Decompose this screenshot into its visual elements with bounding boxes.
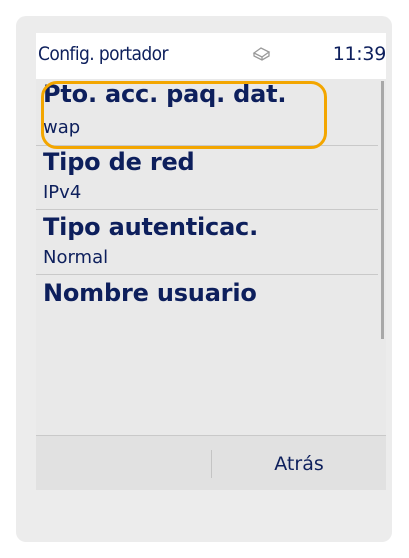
- settings-list: Pto. acc. paq. dat. wap Tipo de red IPv4…: [36, 79, 386, 435]
- phone-screen: Config. portador 11:39 Pto. acc. paq. da…: [36, 33, 386, 490]
- list-item-title: Tipo de red: [43, 148, 195, 176]
- back-softkey[interactable]: Atrás: [212, 436, 386, 490]
- left-softkey[interactable]: [36, 436, 211, 490]
- list-item-title: Nombre usuario: [43, 279, 257, 307]
- scrollbar[interactable]: [380, 79, 386, 435]
- list-item-authentication-type[interactable]: Tipo autenticac. Normal: [36, 210, 378, 275]
- list-item-value: IPv4: [43, 182, 82, 203]
- clock: 11:39: [332, 43, 386, 65]
- selection-highlight: [41, 81, 327, 149]
- list-item-title: Tipo autenticac.: [43, 213, 259, 241]
- list-item-username[interactable]: Nombre usuario: [36, 275, 378, 435]
- list-item-network-type[interactable]: Tipo de red IPv4: [36, 146, 378, 210]
- softkey-bar: Atrás: [36, 435, 386, 490]
- scrollbar-thumb[interactable]: [381, 81, 384, 339]
- screen-title: Config. portador: [38, 43, 169, 65]
- data-transfer-icon: [252, 46, 272, 62]
- list-item-access-point[interactable]: Pto. acc. paq. dat. wap: [36, 79, 378, 149]
- status-bar: Config. portador 11:39: [36, 33, 386, 79]
- list-item-value: Normal: [43, 247, 109, 268]
- phone-frame: Config. portador 11:39 Pto. acc. paq. da…: [16, 16, 392, 542]
